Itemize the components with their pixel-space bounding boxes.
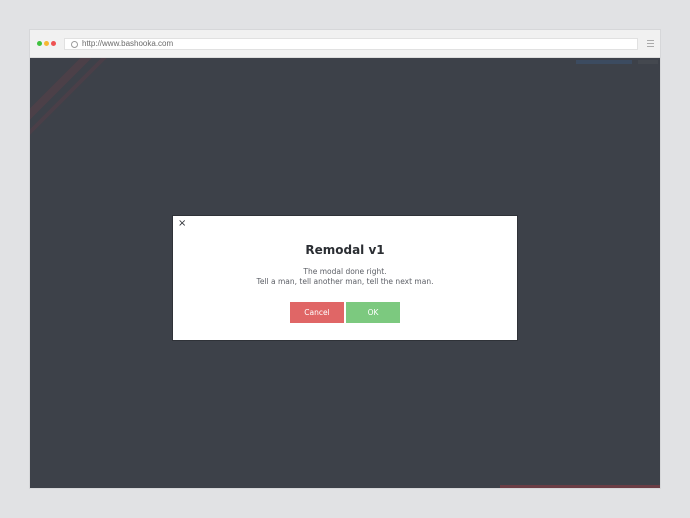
modal-body: The modal done right. Tell a man, tell a… xyxy=(173,267,517,287)
maximize-dot-icon[interactable] xyxy=(37,41,42,46)
background-nav-hint xyxy=(638,60,658,64)
modal-title: Remodal v1 xyxy=(305,243,385,257)
ok-button[interactable]: OK xyxy=(346,302,400,323)
modal-dialog: × Remodal v1 The modal done right. Tell … xyxy=(173,216,517,340)
background-nav-hint xyxy=(576,60,632,64)
hamburger-icon[interactable] xyxy=(647,40,654,47)
search-icon xyxy=(71,41,78,48)
browser-toolbar: http://www.bashooka.com xyxy=(30,30,660,58)
browser-window: http://www.bashooka.com × Remodal v1 The… xyxy=(30,30,660,488)
address-bar[interactable]: http://www.bashooka.com xyxy=(64,38,638,50)
close-icon[interactable]: × xyxy=(178,218,186,230)
modal-text-line: The modal done right. xyxy=(303,267,387,276)
close-dot-icon[interactable] xyxy=(51,41,56,46)
modal-text-line: Tell a man, tell another man, tell the n… xyxy=(256,277,434,286)
url-text[interactable]: http://www.bashooka.com xyxy=(82,39,173,49)
page-overlay[interactable]: × Remodal v1 The modal done right. Tell … xyxy=(30,58,660,488)
cancel-button[interactable]: Cancel xyxy=(290,302,344,323)
background-footer-hint xyxy=(500,485,660,488)
background-stripe xyxy=(30,58,113,137)
minimize-dot-icon[interactable] xyxy=(44,41,49,46)
